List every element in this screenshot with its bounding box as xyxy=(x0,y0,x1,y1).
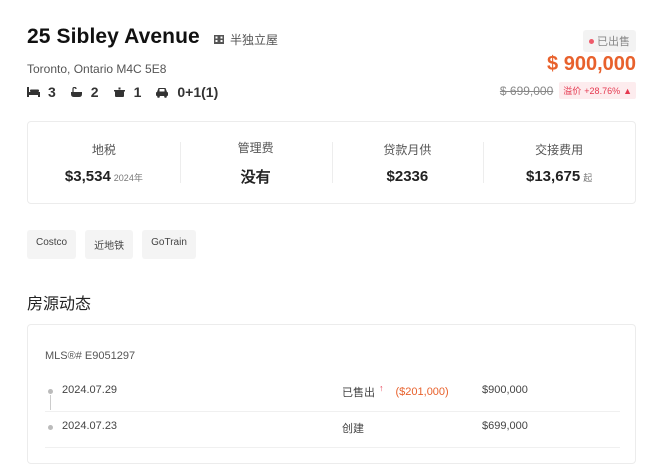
bedrooms: 3 xyxy=(27,84,56,100)
premium-value: +28.76% xyxy=(584,85,621,96)
timeline-dot-icon xyxy=(48,425,53,430)
kitchens: 1 xyxy=(113,84,142,100)
history-date: 2024.07.29 xyxy=(62,384,118,396)
original-price: $ 699,000 xyxy=(499,83,554,98)
history-row: 2024.07.23 创建 $699,000 xyxy=(45,412,620,448)
stat-maintenance-fee: 管理费 没有 xyxy=(179,122,332,203)
history-status: 已售出 xyxy=(342,387,375,399)
arrow-up-icon: ↑ xyxy=(379,383,384,393)
building-icon xyxy=(214,35,224,44)
mls-number: MLS®# E9051297 xyxy=(45,350,136,362)
car-icon xyxy=(156,87,169,98)
stat-suffix: 2024年 xyxy=(113,172,143,183)
address: Toronto, Ontario M4C 5E8 xyxy=(27,62,167,76)
sold-price: $ 900,000 xyxy=(547,53,636,75)
status-dot-icon xyxy=(589,38,594,44)
stat-label: 贷款月供 xyxy=(383,142,432,157)
history-status: 创建 xyxy=(342,423,364,435)
stat-label: 管理费 xyxy=(237,140,274,155)
stat-value: $2336 xyxy=(386,167,429,185)
history-date: 2024.07.23 xyxy=(62,420,118,432)
history-diff: ($201,000) xyxy=(395,386,449,398)
stat-value: $13,675 xyxy=(526,167,581,185)
listing-title: 25 Sibley Avenue xyxy=(27,25,200,48)
property-type-label: 半独立屋 xyxy=(230,33,279,47)
parking: 0+1(1) xyxy=(155,84,218,100)
kitchens-count: 1 xyxy=(133,84,142,100)
stat-property-tax: 地税 $3,534 2024年 xyxy=(28,122,180,203)
status-label: 已出售 xyxy=(597,36,630,48)
property-type: 半独立屋 xyxy=(214,31,278,48)
timeline-dot-icon xyxy=(48,389,53,394)
bedrooms-count: 3 xyxy=(48,84,56,100)
premium-badge: 溢价 +28.76% ▲ xyxy=(559,82,636,99)
history-price: $699,000 xyxy=(482,420,528,432)
feature-tags: Costco 近地铁 GoTrain xyxy=(27,230,196,259)
tag-gotrain: GoTrain xyxy=(142,230,196,259)
stat-suffix: 起 xyxy=(583,172,593,183)
arrow-up-icon: ▲ xyxy=(623,85,632,96)
stat-label: 交接费用 xyxy=(535,142,584,157)
bathrooms: 2 xyxy=(70,84,99,100)
status-badge: 已出售 xyxy=(583,30,636,52)
bathtub-icon xyxy=(70,86,82,97)
price-change-row: $ 699,000 溢价 +28.76% ▲ xyxy=(500,82,636,99)
stat-mortgage-payment[interactable]: 贷款月供 $2336 xyxy=(331,122,484,203)
premium-label: 溢价 xyxy=(563,86,582,96)
cost-summary-card: 地税 $3,534 2024年 管理费 没有 贷款月供 $2336 交接费用 $1… xyxy=(27,121,636,204)
bathrooms-count: 2 xyxy=(90,84,99,100)
history-row: 2024.07.29 已售出 ↑ ($201,000) $900,000 xyxy=(45,376,620,412)
kitchen-icon xyxy=(113,87,125,97)
listing-history-card: MLS®# E9051297 2024.07.29 已售出 ↑ ($201,00… xyxy=(27,324,636,464)
section-title: 房源动态 xyxy=(27,296,92,313)
stat-label: 地税 xyxy=(91,142,116,157)
stat-value: 没有 xyxy=(240,168,271,186)
room-specs: 3 2 1 0+1(1) xyxy=(27,84,232,100)
bed-icon xyxy=(27,87,40,97)
stat-closing-cost[interactable]: 交接费用 $13,675 起 xyxy=(483,122,635,203)
tag-near-subway: 近地铁 xyxy=(85,230,134,259)
history-price: $900,000 xyxy=(482,384,528,396)
parking-count: 0+1(1) xyxy=(177,84,219,100)
stat-value: $3,534 xyxy=(64,167,111,185)
tag-costco: Costco xyxy=(27,230,77,259)
